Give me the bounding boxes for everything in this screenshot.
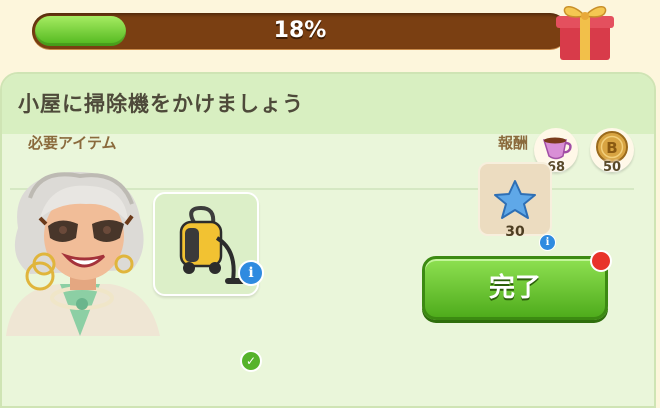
gift-box-icon[interactable] xyxy=(552,0,618,62)
character-portrait xyxy=(6,171,160,336)
svg-text:B: B xyxy=(606,139,617,157)
reward-count: 30 xyxy=(505,224,525,240)
progress-percent: 18% xyxy=(273,18,327,43)
reward-label: 報酬 xyxy=(498,134,529,152)
coin-count: 50 xyxy=(602,160,622,175)
coin-currency: B 50 xyxy=(590,128,634,180)
panel-header: 小屋に掃除機をかけましょう xyxy=(2,74,654,134)
notification-dot xyxy=(590,250,612,272)
checkmark-icon: ✓ xyxy=(240,350,262,372)
task-title: 小屋に掃除機をかけましょう xyxy=(18,92,304,116)
complete-button[interactable]: 完了 xyxy=(422,256,608,320)
progress-bar: 18% xyxy=(32,13,568,49)
required-items-label: 必要アイテム xyxy=(28,134,117,152)
item-info-icon[interactable]: i xyxy=(238,260,264,286)
